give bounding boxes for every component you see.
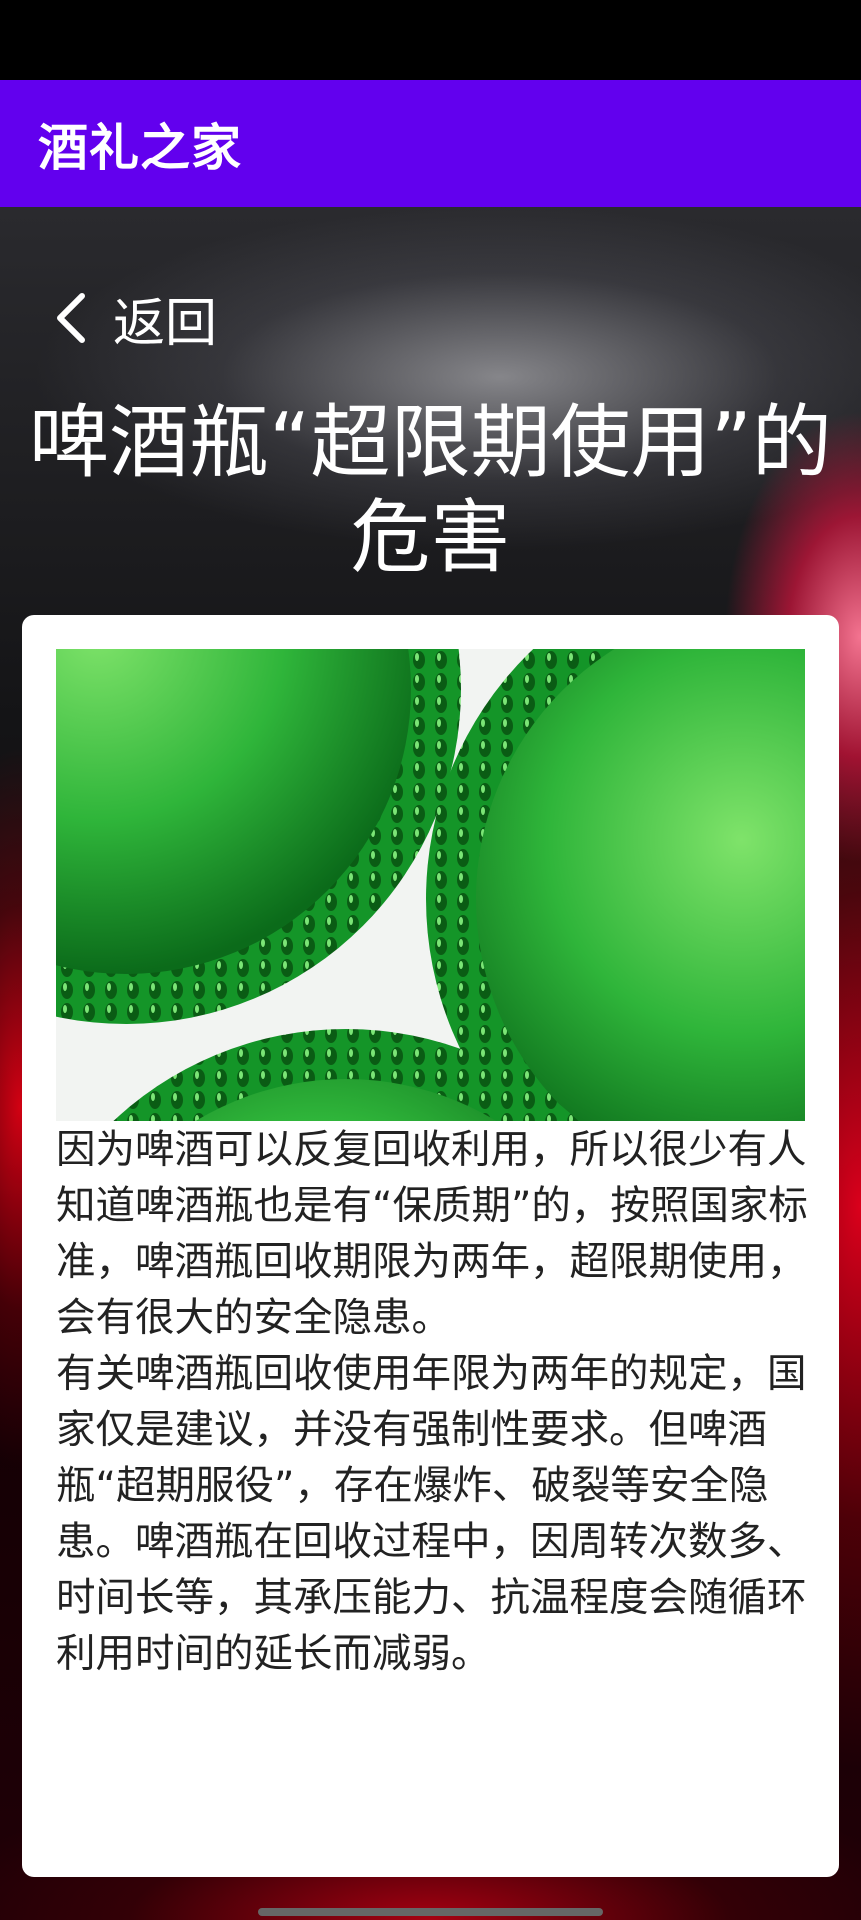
article-title: 啤酒瓶“超限期使用”的危害 — [29, 396, 832, 584]
chevron-left-icon — [57, 293, 85, 343]
article-body: 因为啤酒可以反复回收利用，所以很少有人知道啤酒瓶也是有“保质期”的，按照国家标准… — [56, 1122, 816, 1682]
app-bar: 酒礼之家 — [0, 80, 861, 207]
status-bar — [0, 0, 861, 80]
back-label: 返回 — [113, 293, 218, 354]
article-paragraph: 因为啤酒可以反复回收利用，所以很少有人知道啤酒瓶也是有“保质期”的，按照国家标准… — [56, 1127, 808, 1341]
gesture-bar[interactable] — [258, 1908, 603, 1916]
back-button[interactable]: 返回 — [52, 283, 218, 354]
article-image — [56, 649, 805, 1121]
article-paragraph: 有关啤酒瓶回收使用年限为两年的规定，国家仅是建议，并没有强制性要求。但啤酒瓶“超… — [56, 1351, 807, 1677]
app-title: 酒礼之家 — [38, 118, 242, 177]
article-card: 因为啤酒可以反复回收利用，所以很少有人知道啤酒瓶也是有“保质期”的，按照国家标准… — [22, 615, 839, 1877]
